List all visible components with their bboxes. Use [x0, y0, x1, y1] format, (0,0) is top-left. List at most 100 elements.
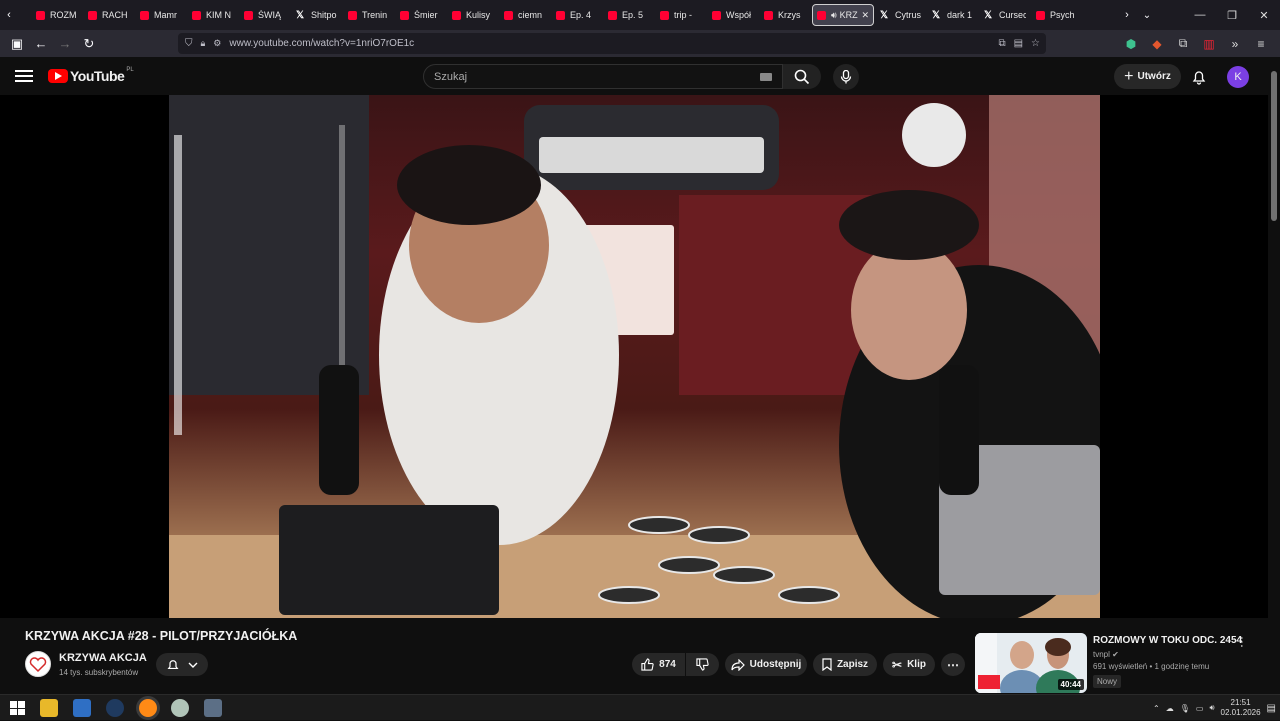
browser-tab[interactable]: 𝕏dark 1 [928, 4, 978, 26]
youtube-icon [88, 10, 97, 20]
browser-tab[interactable]: ROZM [32, 4, 82, 26]
youtube-icon [764, 10, 773, 20]
dislike-button[interactable] [686, 653, 719, 676]
extension-counter-icon[interactable]: ▥ [1198, 37, 1220, 51]
bookmark-star-icon[interactable]: ☆ [1031, 38, 1040, 49]
steam-icon[interactable] [106, 699, 124, 717]
tray-network-icon[interactable]: ▭ [1196, 704, 1204, 713]
video-frame[interactable] [169, 95, 1100, 618]
close-tab-icon[interactable]: ✕ [858, 10, 869, 21]
forward-icon[interactable]: → [53, 32, 77, 56]
youtube-header: YouTube PL Szukaj + Utwórz K [0, 57, 1268, 95]
browser-tab[interactable]: 🔊︎ KRZ ✕ [812, 4, 874, 26]
close-window-icon[interactable]: ✕ [1248, 0, 1280, 30]
bell-icon [167, 659, 178, 669]
tab-scroll-left-icon[interactable]: ‹ [0, 3, 18, 27]
back-icon[interactable]: ← [29, 32, 53, 56]
youtube-icon [192, 10, 201, 20]
browser-tab[interactable]: ŚWIĄ [240, 4, 290, 26]
search-button[interactable] [783, 64, 821, 89]
video-player[interactable] [0, 95, 1268, 618]
create-button[interactable]: + Utwórz [1114, 64, 1181, 89]
tray-chevron-up-icon[interactable]: ⌃ [1153, 704, 1160, 713]
sidebar-toggle-icon[interactable]: ▣ [5, 32, 29, 56]
keyboard-icon[interactable] [760, 73, 772, 81]
file-explorer-icon[interactable] [40, 699, 58, 717]
tray-volume-icon[interactable]: 🔊︎ [1209, 703, 1214, 713]
browser-tab[interactable]: Współ [708, 4, 758, 26]
x-icon: 𝕏 [932, 9, 941, 21]
youtube-logo[interactable]: YouTube PL [48, 67, 134, 84]
extensions-puzzle-icon[interactable]: ⧉ [1172, 36, 1194, 51]
notifications-icon[interactable]: ▤ [1267, 703, 1276, 714]
app-menu-icon[interactable]: ≡ [1250, 37, 1272, 51]
minimize-icon[interactable]: — [1184, 0, 1216, 30]
url-text[interactable]: www.youtube.com/watch?v=1nriO7rOE1c [229, 38, 414, 49]
firefox-icon[interactable] [139, 699, 157, 717]
browser-tab[interactable]: 𝕏 Cytrus [876, 4, 926, 26]
account-avatar[interactable]: K [1227, 66, 1249, 88]
app-icon[interactable] [171, 699, 189, 717]
video-duration: 40:44 [1057, 679, 1084, 690]
lock-icon[interactable]: 🔒︎ [201, 38, 206, 49]
more-vertical-icon[interactable]: ⋯ [1235, 636, 1249, 648]
browser-tab[interactable]: Psych [1032, 4, 1082, 26]
clock[interactable]: 21:51 02.01.2026 [1221, 698, 1261, 718]
browser-tab[interactable]: Krzys [760, 4, 810, 26]
reload-icon[interactable]: ↻ [77, 32, 101, 56]
browser-tab[interactable]: Kulisy [448, 4, 498, 26]
suggested-video-thumbnail[interactable]: 40:44 [975, 633, 1087, 693]
remote-desktop-icon[interactable] [73, 699, 91, 717]
save-button[interactable]: Zapisz [813, 653, 877, 676]
tray-mic-icon[interactable]: 🎙︎ [1180, 704, 1190, 713]
create-label: Utwórz [1137, 71, 1171, 82]
like-button[interactable]: 874 [632, 653, 685, 676]
browser-tab[interactable]: 𝕏 Cursec [980, 4, 1030, 26]
browser-tab[interactable]: Ep. 5 [604, 4, 654, 26]
browser-tab[interactable]: KIM N [188, 4, 238, 26]
extension-fox-icon[interactable]: ◆ [1146, 37, 1168, 51]
country-code: PL [126, 67, 134, 73]
tab-scroll-right-icon[interactable]: › [1118, 3, 1136, 27]
browser-tab[interactable]: Trenin [344, 4, 394, 26]
tab-label: trip - [674, 10, 692, 20]
browser-tab[interactable]: ciemn [500, 4, 550, 26]
page-scrollbar[interactable] [1268, 57, 1280, 694]
tray-cloud-icon[interactable]: ☁ [1166, 704, 1174, 713]
reader-view-icon[interactable]: ▤ [1014, 38, 1023, 49]
suggested-channel[interactable]: tvnpl ✔ [1093, 650, 1119, 659]
overflow-menu-icon[interactable]: » [1224, 37, 1246, 51]
browser-tab[interactable]: trip - [656, 4, 706, 26]
notifications-subscribe-button[interactable] [156, 653, 208, 676]
voice-search-button[interactable] [833, 64, 859, 90]
channel-name[interactable]: KRZYWA AKCJA [59, 652, 147, 664]
windows-start-icon[interactable] [8, 699, 26, 717]
calculator-icon[interactable] [204, 699, 222, 717]
more-actions-button[interactable]: ⋯ [941, 653, 965, 676]
x-icon: 𝕏 [296, 9, 305, 21]
browser-tab[interactable]: 𝕏 Shitpo [292, 4, 342, 26]
scrollbar-thumb[interactable] [1271, 71, 1277, 221]
speaker-icon[interactable]: 🔊︎ [831, 10, 837, 21]
microphone-icon [840, 70, 852, 84]
notifications-bell-icon[interactable] [1189, 67, 1209, 87]
url-bar[interactable]: ⛉ 🔒︎ ⚙ www.youtube.com/watch?v=1nriO7rOE… [178, 33, 1046, 54]
suggested-video-title[interactable]: ROZMOWY W TOKU ODC. 2454 [1093, 635, 1242, 646]
tracking-shield-icon[interactable]: ⛉ [185, 38, 193, 49]
clip-button[interactable]: ✂ Klip [883, 653, 935, 676]
browser-tab[interactable]: RACH [84, 4, 134, 26]
channel-avatar[interactable] [25, 651, 51, 677]
browser-tab[interactable]: Mamr [136, 4, 186, 26]
browser-tab[interactable]: Śmier [396, 4, 446, 26]
menu-hamburger-icon[interactable] [15, 68, 33, 84]
permissions-icon[interactable]: ⚙ [213, 38, 221, 49]
share-button[interactable]: Udostępnij [725, 653, 807, 676]
restore-icon[interactable]: ❐ [1216, 0, 1248, 30]
list-all-tabs-icon[interactable]: ⌄ [1136, 3, 1158, 27]
browser-tab[interactable]: Ep. 4 [552, 4, 602, 26]
tab-label: Cursec [999, 10, 1026, 20]
picture-in-picture-icon[interactable]: ⧉ [998, 38, 1005, 49]
extension-shield-icon[interactable]: ⬢ [1120, 37, 1142, 51]
search-input[interactable]: Szukaj [423, 64, 783, 89]
suggested-video-meta: 691 wyświetleń • 1 godzinę temu [1093, 662, 1210, 671]
